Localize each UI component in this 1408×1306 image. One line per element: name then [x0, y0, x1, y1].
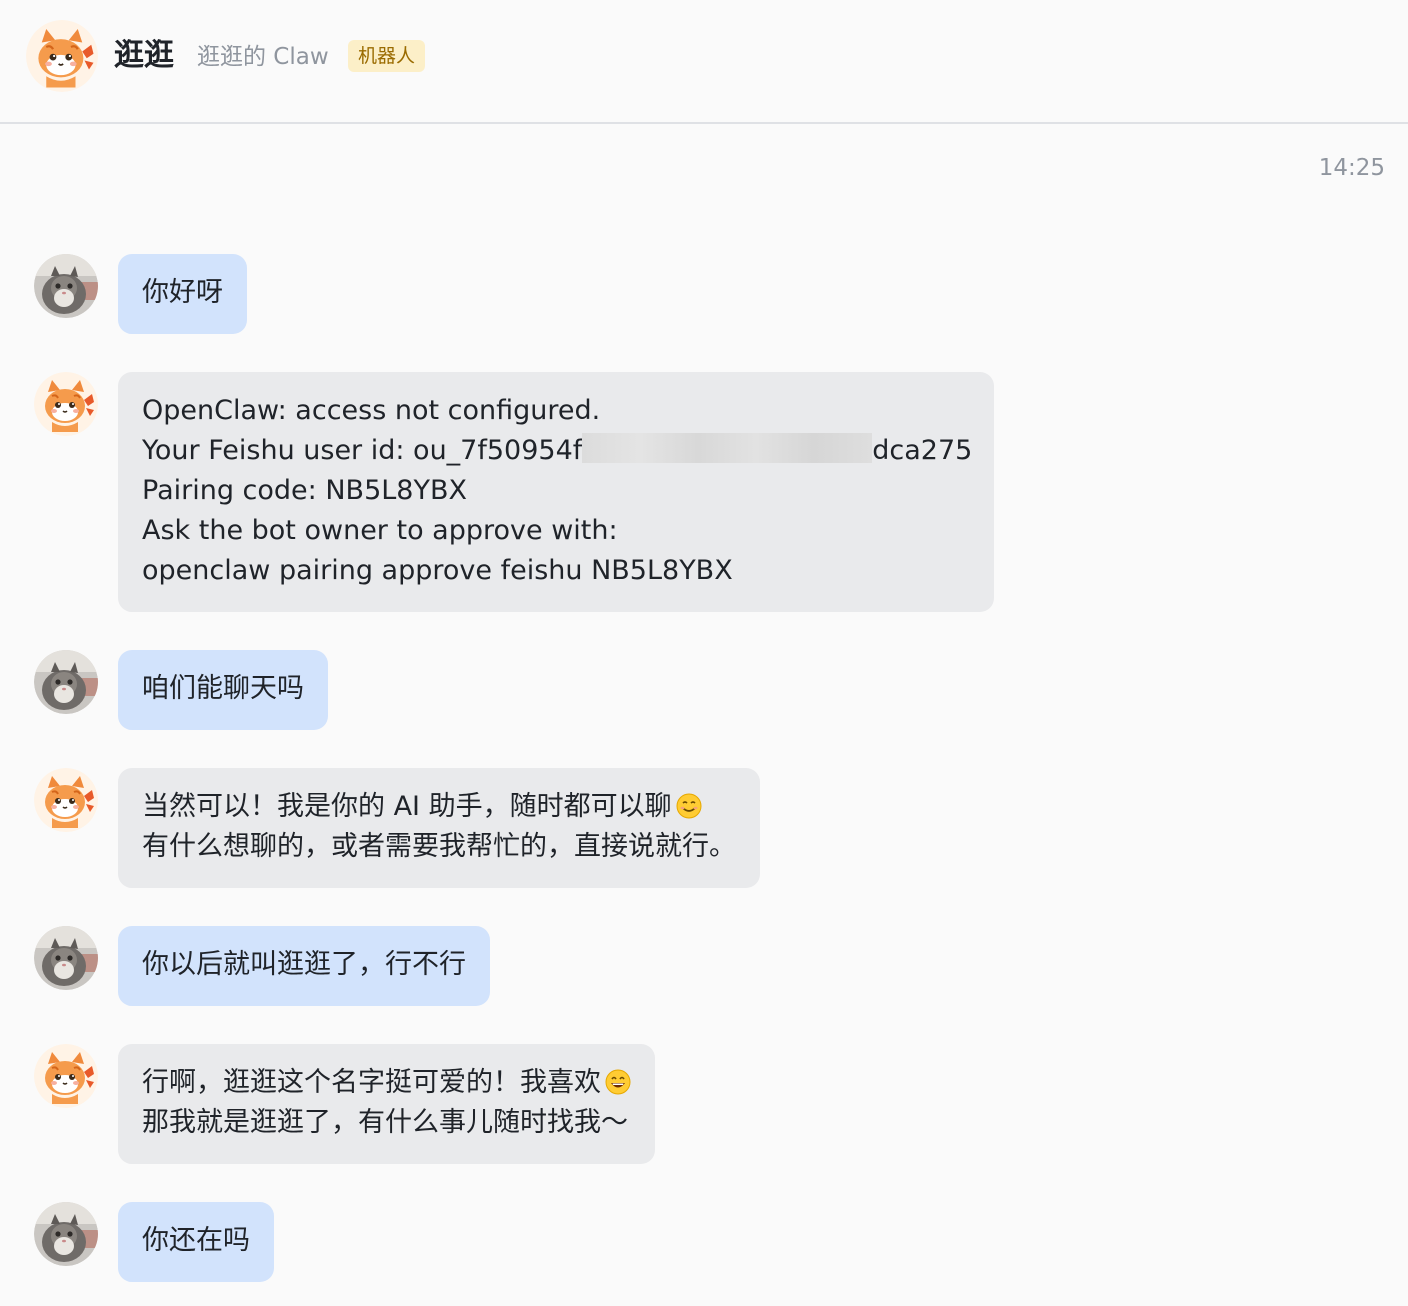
- message-text-line: 行啊，逛逛这个名字挺可爱的！我喜欢: [142, 1063, 631, 1103]
- message-text: Ask the bot owner to approve with:: [142, 515, 618, 546]
- smiling-face-icon: [676, 793, 702, 819]
- user-avatar[interactable]: [34, 650, 98, 714]
- bot-avatar[interactable]: [26, 20, 98, 92]
- message-text: 咱们能聊天吗: [142, 673, 304, 704]
- message-text-line: 当然可以！我是你的 AI 助手，随时都可以聊: [142, 787, 736, 827]
- user-avatar[interactable]: [34, 926, 98, 990]
- message-text-user-id: Your Feishu user id: ou_7f50954f dca275: [142, 433, 973, 466]
- message-text: 你好呀: [142, 277, 223, 308]
- message-text: 那我就是逛逛了，有什么事儿随时找我～: [142, 1107, 628, 1138]
- chat-header: 逛逛 逛逛的 Claw 机器人: [0, 0, 1408, 124]
- user-message-bubble[interactable]: 你还在吗: [118, 1202, 274, 1282]
- message-text: openclaw pairing approve feishu NB5L8YBX: [142, 555, 733, 586]
- user-id-suffix: dca275: [872, 435, 973, 466]
- bot-avatar[interactable]: [34, 372, 98, 436]
- grinning-face-icon: [605, 1069, 631, 1095]
- user-avatar[interactable]: [34, 254, 98, 318]
- message-text: OpenClaw: access not configured.: [142, 395, 601, 426]
- bot-badge: 机器人: [348, 40, 426, 72]
- bot-message-bubble[interactable]: 当然可以！我是你的 AI 助手，随时都可以聊 有什么想聊的，或者需要我帮忙的，直…: [118, 768, 760, 888]
- message-text: 有什么想聊的，或者需要我帮忙的，直接说就行。: [142, 831, 736, 862]
- bot-message-bubble[interactable]: 行啊，逛逛这个名字挺可爱的！我喜欢 那我就是逛逛了，有什么事儿随时找我～: [118, 1044, 655, 1164]
- message-timestamp: 14:25: [1318, 155, 1385, 181]
- message-text: 你以后就叫逛逛了，行不行: [142, 949, 466, 980]
- redacted-area: [582, 433, 873, 463]
- bot-avatar[interactable]: [34, 1044, 98, 1108]
- user-avatar[interactable]: [34, 1202, 98, 1266]
- chat-subtitle: 逛逛的 Claw: [197, 44, 329, 70]
- bot-message-bubble[interactable]: OpenClaw: access not configured. Your Fe…: [118, 372, 994, 612]
- chat-title: 逛逛: [114, 38, 174, 73]
- user-message-bubble[interactable]: 你以后就叫逛逛了，行不行: [118, 926, 490, 1006]
- bot-avatar[interactable]: [34, 768, 98, 832]
- user-message-bubble[interactable]: 你好呀: [118, 254, 247, 334]
- message-text: Pairing code: NB5L8YBX: [142, 475, 467, 506]
- message-text: 你还在吗: [142, 1225, 250, 1256]
- user-message-bubble[interactable]: 咱们能聊天吗: [118, 650, 328, 730]
